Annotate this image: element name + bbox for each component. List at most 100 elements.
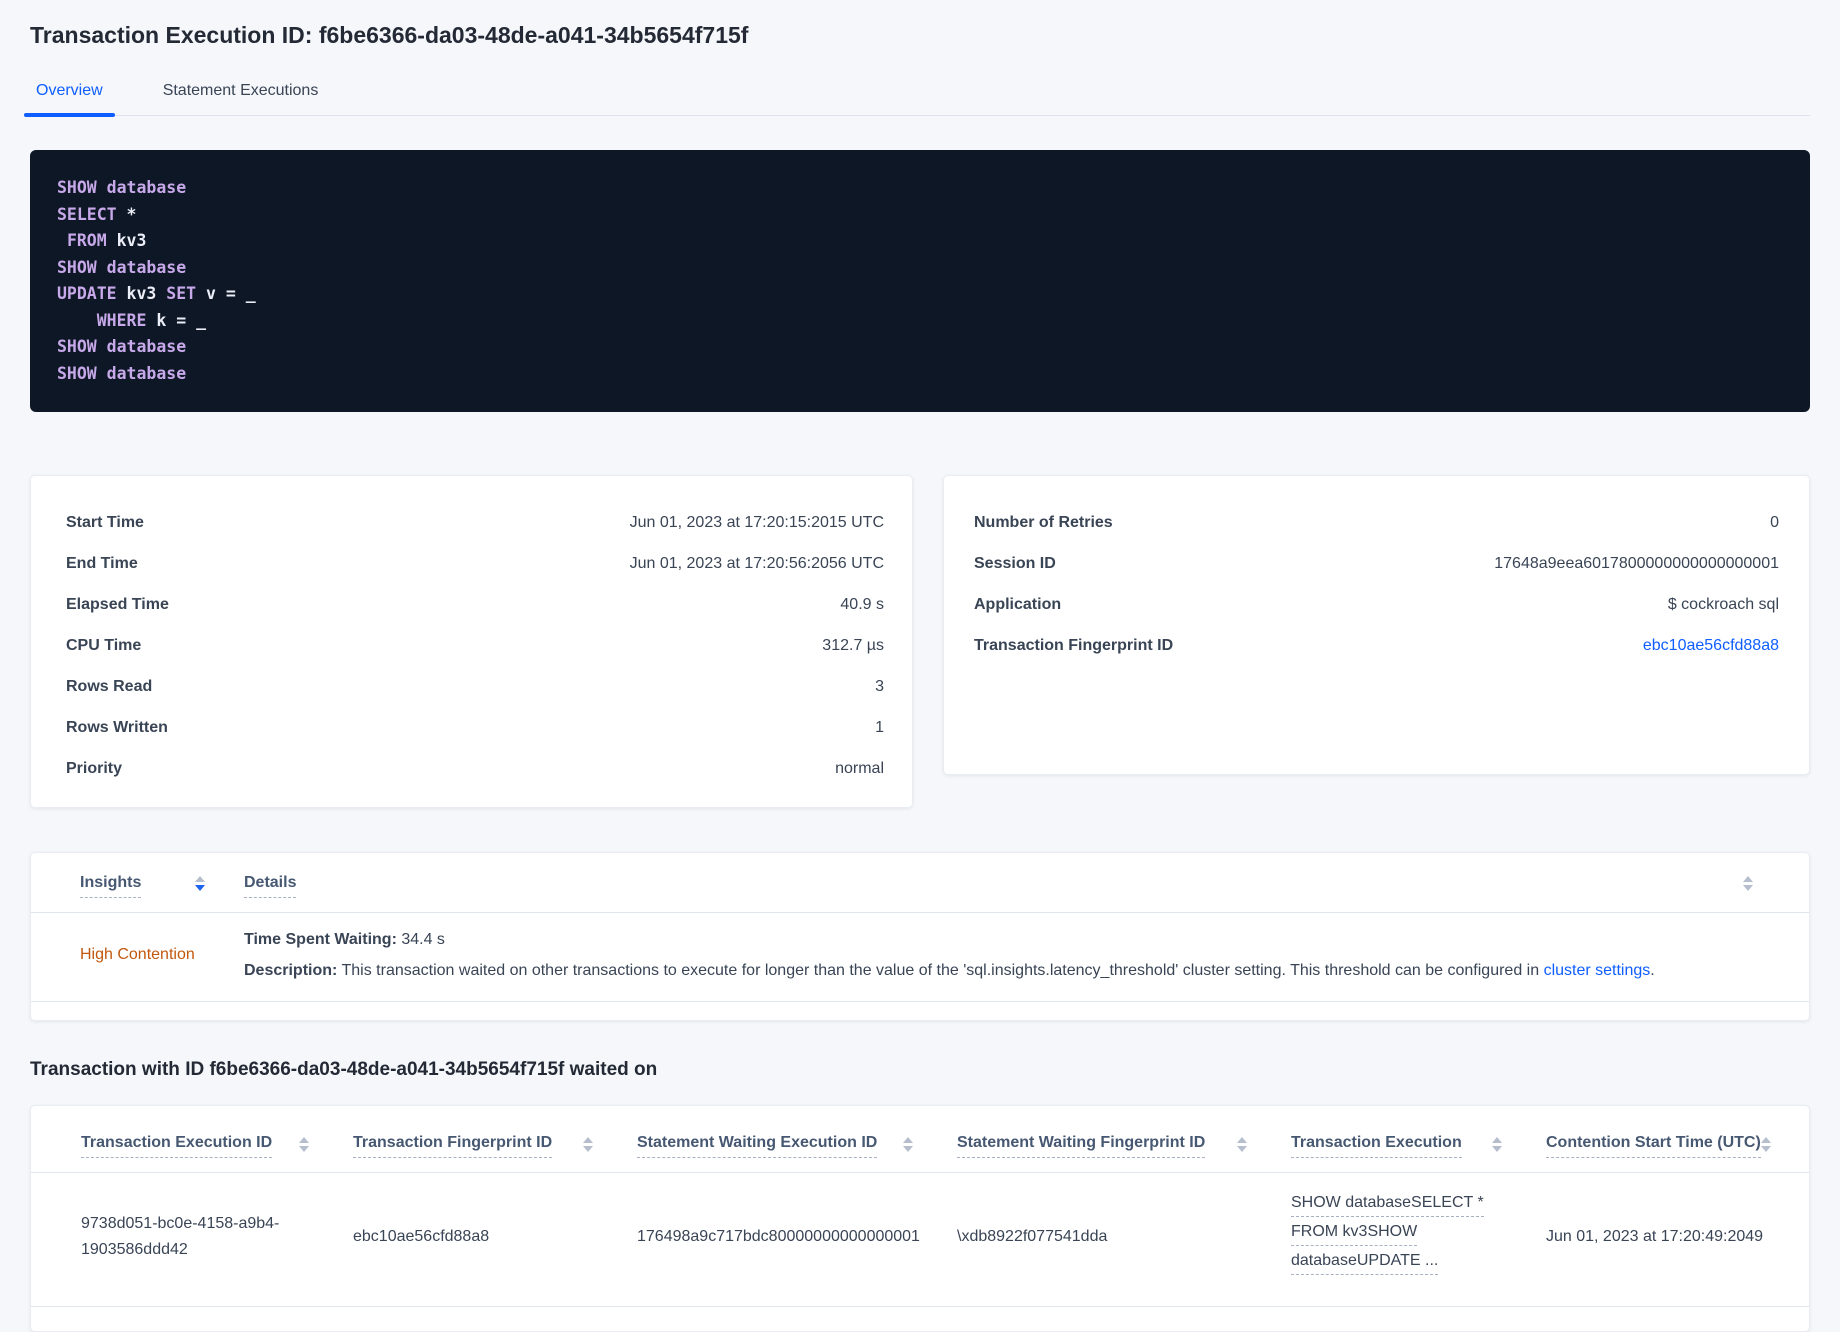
sql-text: kv3 (116, 284, 167, 303)
row-value: 0 (1770, 514, 1779, 531)
row-value: normal (835, 760, 884, 777)
sql-line: SHOW database (57, 175, 1783, 202)
sort-arrows-icon[interactable] (903, 1137, 913, 1152)
waiting-value: 34.4 s (396, 931, 445, 948)
sql-line: WHERE k = _ (57, 308, 1783, 335)
sql-keyword: FROM (66, 231, 107, 250)
sort-asc-icon (299, 1137, 309, 1143)
summary-row-session-id: Session ID 17648a9eea6017800000000000000… (974, 543, 1779, 584)
sort-asc-icon (1761, 1137, 1771, 1143)
row-label: Rows Read (66, 678, 153, 695)
cell-txn-execution-id: 9738d051-bc0e-4158-a9b4-1903586ddd42 (81, 1214, 280, 1258)
sort-arrows-icon[interactable] (299, 1137, 309, 1152)
sort-arrows-icon[interactable] (583, 1137, 593, 1152)
cell-txn-execution-statement-link: SHOW databaseSELECT * FROM kv3SHOW datab… (1291, 1193, 1546, 1280)
waited-on-table-row: 9738d051-bc0e-4158-a9b4-1903586ddd42 ebc… (31, 1173, 1809, 1307)
row-label: End Time (66, 555, 138, 572)
row-value: 1 (875, 719, 884, 736)
column-label[interactable]: Statement Waiting Execution ID (637, 1134, 878, 1158)
statement-link[interactable]: FROM kv3SHOW (1291, 1222, 1418, 1246)
sort-arrows-icon[interactable] (195, 876, 205, 891)
row-value: 312.7 µs (822, 637, 884, 654)
waited-on-table-card: Transaction Execution ID Transaction Fin… (30, 1105, 1810, 1332)
column-label[interactable]: Transaction Execution ID (81, 1134, 273, 1158)
row-label: Rows Written (66, 719, 168, 736)
insight-row-high-contention: High Contention Time Spent Waiting: 34.4… (31, 913, 1809, 1002)
insights-table-card: Insights Details High Contention Time Sp… (30, 852, 1810, 1021)
transaction-fingerprint-link[interactable]: ebc10ae56cfd88a8 (1643, 635, 1779, 656)
sql-line: SELECT * (57, 202, 1783, 229)
insights-table-header: Insights Details (31, 853, 1809, 913)
row-value: Jun 01, 2023 at 17:20:15:2015 UTC (629, 514, 884, 531)
column-label[interactable]: Transaction Fingerprint ID (353, 1134, 553, 1158)
statement-line: databaseUPDATE ... (1291, 1251, 1526, 1280)
tab-bar: Overview Statement Executions (24, 82, 1810, 117)
sql-line: FROM kv3 (57, 228, 1783, 255)
summary-row-retries: Number of Retries 0 (974, 502, 1779, 543)
statement-link[interactable]: SHOW databaseSELECT * (1291, 1193, 1484, 1217)
column-label[interactable]: Transaction Execution (1291, 1134, 1462, 1158)
insight-type-label: High Contention (80, 946, 195, 963)
sort-asc-icon (1743, 876, 1753, 882)
sort-desc-icon (903, 1146, 913, 1152)
insight-details: Time Spent Waiting: 34.4 s Description: … (244, 929, 1779, 981)
sql-statements-box: SHOW database SELECT * FROM kv3 SHOW dat… (30, 150, 1810, 412)
column-header-contention-start-time: Contention Start Time (UTC) (1546, 1134, 1789, 1158)
waiting-label: Time Spent Waiting: (244, 931, 397, 948)
column-header-txn-execution: Transaction Execution (1291, 1134, 1546, 1158)
row-value: 17648a9eea6017800000000000000001 (1494, 555, 1779, 572)
sort-asc-icon (1237, 1137, 1247, 1143)
insights-column-header: Insights (80, 874, 244, 898)
column-label[interactable]: Contention Start Time (UTC) (1546, 1134, 1761, 1158)
description-line: Description: This transaction waited on … (244, 960, 1779, 981)
sort-arrows-icon[interactable] (1743, 876, 1753, 891)
statement-line: SHOW databaseSELECT * (1291, 1193, 1526, 1222)
summary-row-rows-read: Rows Read 3 (66, 666, 884, 707)
cluster-settings-link[interactable]: cluster settings (1544, 962, 1651, 979)
summary-row-rows-written: Rows Written 1 (66, 707, 884, 748)
sort-desc-icon (1761, 1146, 1771, 1152)
column-header-txn-fingerprint-id: Transaction Fingerprint ID (353, 1134, 637, 1158)
summary-cards-row: Start Time Jun 01, 2023 at 17:20:15:2015… (30, 475, 1810, 808)
sort-desc-icon (195, 885, 205, 891)
summary-row-elapsed-time: Elapsed Time 40.9 s (66, 584, 884, 625)
sql-text: kv3 (106, 231, 147, 250)
description-text: This transaction waited on other transac… (337, 962, 1544, 979)
row-label: Start Time (66, 514, 144, 531)
sql-line: UPDATE kv3 SET v = _ (57, 281, 1783, 308)
sort-desc-icon (1237, 1146, 1247, 1152)
sql-keyword: SET (166, 284, 197, 303)
sort-arrows-icon[interactable] (1492, 1137, 1502, 1152)
cell-stmt-waiting-execution-id: 176498a9c717bdc80000000000000001 (637, 1227, 920, 1245)
cell-txn-fingerprint-id: ebc10ae56cfd88a8 (353, 1227, 490, 1245)
summary-row-application: Application $ cockroach sql (974, 584, 1779, 625)
row-label: Application (974, 596, 1062, 613)
sort-arrows-icon[interactable] (1761, 1137, 1771, 1152)
sql-keyword: SHOW database (57, 337, 187, 356)
sort-asc-icon (195, 876, 205, 882)
description-label: Description: (244, 962, 338, 979)
tab-overview[interactable]: Overview (24, 82, 115, 117)
sort-asc-icon (583, 1137, 593, 1143)
sort-arrows-icon[interactable] (1237, 1137, 1247, 1152)
sql-text: v = _ (196, 284, 256, 303)
description-period: . (1650, 962, 1655, 979)
waited-on-heading: Transaction with ID f6be6366-da03-48de-a… (30, 1059, 658, 1080)
column-header-stmt-waiting-fingerprint-id: Statement Waiting Fingerprint ID (957, 1134, 1291, 1158)
summary-row-cpu-time: CPU Time 312.7 µs (66, 625, 884, 666)
sql-text: * (116, 204, 137, 224)
sort-desc-icon (299, 1146, 309, 1152)
column-label[interactable]: Statement Waiting Fingerprint ID (957, 1134, 1206, 1158)
sort-asc-icon (903, 1137, 913, 1143)
sort-desc-icon (583, 1146, 593, 1152)
sql-keyword: SHOW database (57, 363, 187, 383)
row-label: Elapsed Time (66, 596, 169, 613)
insights-column-label[interactable]: Insights (80, 874, 142, 898)
row-value: Jun 01, 2023 at 17:20:56:2056 UTC (629, 555, 884, 572)
statement-link[interactable]: databaseUPDATE ... (1291, 1251, 1439, 1275)
details-column-label[interactable]: Details (244, 874, 297, 898)
tab-statement-executions[interactable]: Statement Executions (157, 82, 325, 115)
transaction-details-page: Transaction Execution ID: f6be6366-da03-… (0, 0, 1840, 1332)
